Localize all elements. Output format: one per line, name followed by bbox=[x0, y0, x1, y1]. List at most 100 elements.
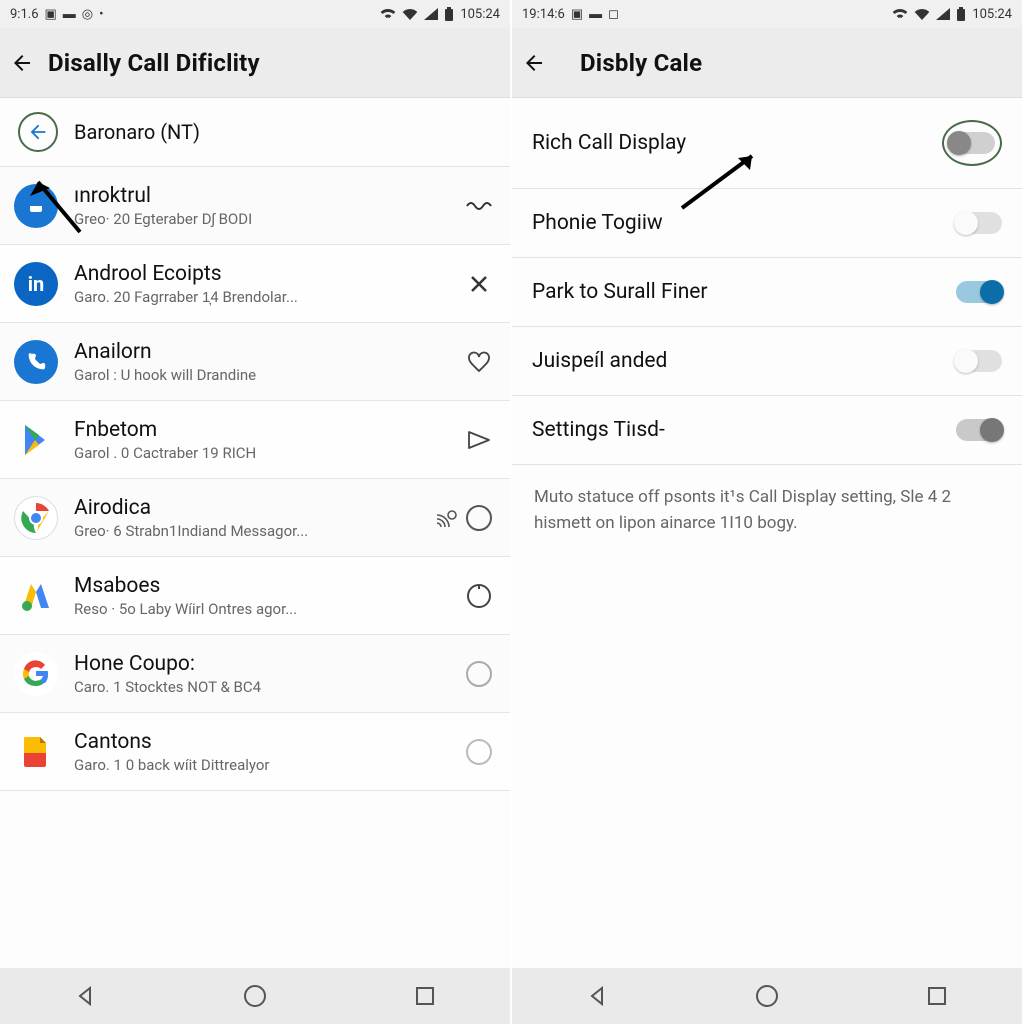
status-icon-dot: • bbox=[99, 7, 103, 22]
setting-label: Phonie Togiiw bbox=[532, 211, 663, 235]
list-item-title: Airodica bbox=[74, 496, 418, 520]
nav-back-button[interactable] bbox=[583, 982, 611, 1010]
app-bar: Disally Call Dificlity bbox=[0, 28, 510, 98]
setting-label: Juispeíl anded bbox=[532, 349, 667, 373]
play-store-icon bbox=[14, 418, 58, 462]
toggle-switch[interactable] bbox=[949, 132, 995, 154]
status-icon-square: ▣ bbox=[45, 7, 57, 22]
ring-icon[interactable] bbox=[464, 737, 494, 767]
battery-icon bbox=[444, 7, 454, 21]
status-right: 105:24 bbox=[380, 7, 500, 22]
nav-home-button[interactable] bbox=[241, 982, 269, 1010]
play-outline-icon[interactable] bbox=[464, 425, 494, 455]
nav-recents-button[interactable] bbox=[923, 982, 951, 1010]
status-left: 9:1.6 ▣ ▬ ◎ • bbox=[10, 6, 104, 22]
status-time-left: 9:1.6 bbox=[10, 7, 39, 22]
ring-icon[interactable] bbox=[464, 581, 494, 611]
setting-juispeil-anded[interactable]: Juispeíl anded bbox=[512, 327, 1022, 396]
wifi-icon bbox=[380, 8, 396, 20]
cast-icon[interactable] bbox=[434, 503, 494, 533]
settings-description: Muto statuce off psonts it¹s Call Displa… bbox=[512, 465, 1022, 556]
list-item-title: Cantons bbox=[74, 730, 448, 754]
status-bar: 19:14:6 ▣ ▬ ◻ 105:24 bbox=[512, 0, 1022, 28]
toggle-switch[interactable] bbox=[956, 419, 1002, 441]
list-item[interactable]: Cantons Garo. 1 0 back wíit Dittrealyor bbox=[0, 713, 510, 791]
setting-settings-tisd[interactable]: Settings Tiısd- bbox=[512, 396, 1022, 465]
list-item[interactable]: in Androol Ecoipts Garo. 20 Fagrraber 1̦… bbox=[0, 245, 510, 323]
status-icon-circle: ◻ bbox=[608, 7, 619, 22]
status-icon-rect: ▬ bbox=[63, 6, 76, 22]
setting-label: Park to Surall Finer bbox=[532, 280, 708, 304]
list-item-sub: Greo· 20 Egteraber Dʃ BODI bbox=[74, 210, 448, 228]
setting-label: Rich Call Display bbox=[532, 131, 686, 155]
circled-toggle-highlight bbox=[942, 120, 1002, 166]
list-item[interactable]: Fnbetom Garol . 0 Cactraber 19 RICH bbox=[0, 401, 510, 479]
setting-phonie-togiw[interactable]: Phonie Togiiw bbox=[512, 189, 1022, 258]
page-title: Disbly Cale bbox=[580, 49, 702, 77]
navigation-bar bbox=[0, 968, 510, 1024]
settings-content[interactable]: Rich Call Display Phonie Togiiw Park to … bbox=[512, 98, 1022, 968]
list-item[interactable]: ınroktrul Greo· 20 Egteraber Dʃ BODI bbox=[0, 167, 510, 245]
app-icon-blue-square bbox=[14, 184, 58, 228]
wave-icon bbox=[464, 191, 494, 221]
app-bar: Disbly Cale bbox=[512, 28, 1022, 98]
heart-outline-icon[interactable] bbox=[464, 347, 494, 377]
list-item-sub: Greo· 6 Strabn1Indiand Messagor... bbox=[74, 522, 418, 540]
setting-label: Settings Tiısd- bbox=[532, 418, 665, 442]
status-time-left: 19:14:6 bbox=[522, 7, 565, 22]
setting-rich-call-display[interactable]: Rich Call Display bbox=[512, 98, 1022, 189]
linkedin-icon: in bbox=[14, 262, 58, 306]
toggle-switch[interactable] bbox=[956, 350, 1002, 372]
phone-left: 9:1.6 ▣ ▬ ◎ • 105:24 Disally Cal bbox=[0, 0, 512, 1024]
setting-park-surall-finer[interactable]: Park to Surall Finer bbox=[512, 258, 1022, 327]
back-button[interactable] bbox=[10, 51, 34, 75]
list-item-title: ınroktrul bbox=[74, 184, 448, 208]
status-bar: 9:1.6 ▣ ▬ ◎ • 105:24 bbox=[0, 0, 510, 28]
google-icon bbox=[14, 652, 58, 696]
circled-back-icon[interactable] bbox=[18, 112, 58, 152]
status-icon-square: ▣ bbox=[571, 7, 583, 22]
list-item[interactable]: Airodica Greo· 6 Strabn1Indiand Messagor… bbox=[0, 479, 510, 557]
nav-home-button[interactable] bbox=[753, 982, 781, 1010]
page-title: Disally Call Dificlity bbox=[48, 49, 260, 77]
list-item-title: Msaboes bbox=[74, 574, 448, 598]
signal-icon bbox=[424, 8, 438, 20]
status-time-right: 105:24 bbox=[460, 7, 500, 22]
toggle-switch[interactable] bbox=[956, 212, 1002, 234]
nav-back-button[interactable] bbox=[71, 982, 99, 1010]
list-item-sub: Garo. 20 Fagrraber 1̦4 Brendolar... bbox=[74, 288, 448, 306]
list-item[interactable]: Msaboes Reso · 5o Laby Wíirl Ontres agor… bbox=[0, 557, 510, 635]
list-item-sub: Garol . 0 Cactraber 19 RICH bbox=[74, 444, 448, 462]
chrome-icon bbox=[14, 496, 58, 540]
list-item-sub: Garol : U hook will Drandine bbox=[74, 366, 448, 384]
battery-icon bbox=[956, 7, 966, 21]
list-item[interactable]: Hone Coupo: Caro. 1 Stocktes NOT & BC4 bbox=[0, 635, 510, 713]
back-button[interactable] bbox=[522, 51, 546, 75]
status-icon-target: ◎ bbox=[82, 7, 93, 22]
phone-right: 19:14:6 ▣ ▬ ◻ 105:24 Disbly Cale bbox=[512, 0, 1024, 1024]
ring-icon[interactable] bbox=[464, 659, 494, 689]
list-item-title: Hone Coupo: bbox=[74, 652, 448, 676]
sheets-icon bbox=[14, 730, 58, 774]
status-right: 105:24 bbox=[892, 7, 1012, 22]
list-item[interactable]: Anailorn Garol : U hook will Drandine bbox=[0, 323, 510, 401]
navigation-bar bbox=[512, 968, 1022, 1024]
signal-icon bbox=[936, 8, 950, 20]
ring-icon bbox=[466, 505, 492, 531]
close-icon[interactable] bbox=[464, 269, 494, 299]
list-item-sub: Garo. 1 0 back wíit Dittrealyor bbox=[74, 756, 448, 774]
wifi-solid-icon bbox=[914, 8, 930, 20]
wifi-icon bbox=[892, 8, 908, 20]
list-item-title: Fnbetom bbox=[74, 418, 448, 442]
list-item-title: Androol Ecoipts bbox=[74, 262, 448, 286]
ads-icon bbox=[14, 574, 58, 618]
list-item-sub: Reso · 5o Laby Wíirl Ontres agor... bbox=[74, 600, 448, 618]
wifi-solid-icon bbox=[402, 8, 418, 20]
nav-recents-button[interactable] bbox=[411, 982, 439, 1010]
status-icon-rect: ▬ bbox=[589, 6, 602, 22]
first-row-label: Baronaro (NT) bbox=[74, 120, 200, 144]
first-row[interactable]: Baronaro (NT) bbox=[0, 98, 510, 167]
status-time-right: 105:24 bbox=[972, 7, 1012, 22]
toggle-switch[interactable] bbox=[956, 281, 1002, 303]
content-list[interactable]: Baronaro (NT) ınroktrul Greo· 20 Egterab… bbox=[0, 98, 510, 968]
